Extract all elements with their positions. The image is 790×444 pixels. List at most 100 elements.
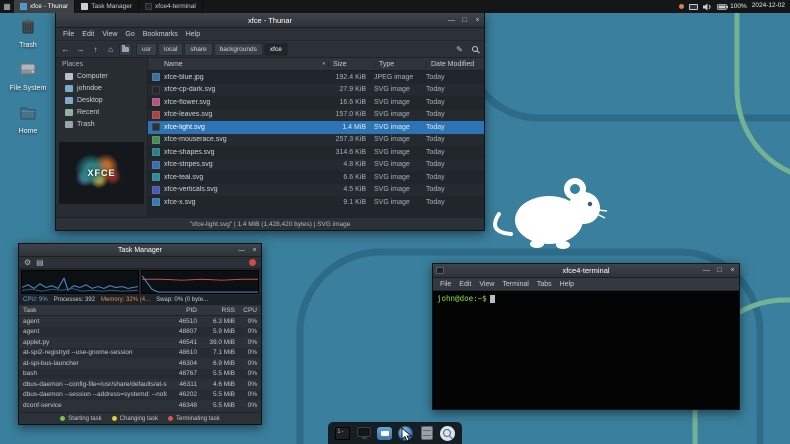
terminal-titlebar[interactable]: xfce4-terminal — □ × <box>433 264 739 278</box>
panel-window-button[interactable]: Task Manager <box>75 0 140 13</box>
menu-item[interactable]: View <box>475 281 498 288</box>
file-cabinet-icon[interactable] <box>418 425 435 442</box>
battery-indicator[interactable]: 100% <box>717 3 747 10</box>
breadcrumb-button[interactable]: usr <box>136 42 158 56</box>
breadcrumb-button[interactable]: backgrounds <box>213 42 263 56</box>
panel-window-button[interactable]: xfce4-terminal <box>139 0 203 13</box>
menu-item[interactable]: Help <box>556 281 578 288</box>
menu-item[interactable]: Bookmarks <box>139 31 182 38</box>
panel-window-button[interactable]: xfce - Thunar <box>14 0 76 13</box>
home-icon[interactable]: ⌂ <box>104 43 117 56</box>
column-cpu[interactable]: CPU <box>235 307 261 314</box>
process-row[interactable]: dbus-daemon --session --address=systemd:… <box>19 389 261 400</box>
column-rss[interactable]: RSS <box>197 307 235 314</box>
breadcrumb-button[interactable]: share <box>184 42 213 56</box>
close-icon[interactable]: × <box>248 244 261 257</box>
process-row[interactable]: applet.py 46541 39.0 MiB 0% <box>19 337 261 348</box>
up-icon[interactable]: ↑ <box>89 43 102 56</box>
folder-icon[interactable] <box>119 42 132 56</box>
process-row[interactable]: at-spi2-registryd --use-gnome-session 48… <box>19 347 261 358</box>
menu-item[interactable]: Go <box>121 31 138 38</box>
file-row[interactable]: xfce-mouserace.svg 257.3 KiB SVG image T… <box>148 133 484 146</box>
menu-item[interactable]: File <box>59 31 78 38</box>
file-row[interactable]: xfce-cp-dark.svg 27.9 KiB SVG image Toda… <box>148 83 484 96</box>
terminal-menubar: File Edit View Terminal Tabs Help <box>433 278 739 291</box>
process-name: dbus-daemon --config-file=/usr/share/def… <box>23 380 167 388</box>
process-row[interactable]: agent 46510 6.3 MiB 0% <box>19 316 261 327</box>
sidebar-place-item[interactable]: Trash <box>56 118 147 130</box>
sidebar-place-item[interactable]: Recent <box>56 106 147 118</box>
forward-icon[interactable]: → <box>74 43 87 56</box>
breadcrumb-button[interactable]: xfce <box>263 42 288 56</box>
list-view-icon[interactable]: ▤ <box>36 258 44 268</box>
taskmanager-titlebar[interactable]: Task Manager — × <box>19 244 261 257</box>
file-row[interactable]: xfce-shapes.svg 314.6 KiB SVG image Toda… <box>148 146 484 159</box>
menu-item[interactable]: View <box>98 31 121 38</box>
volume-icon[interactable] <box>703 3 712 11</box>
file-row[interactable]: xfce-teal.svg 6.6 KiB SVG image Today <box>148 171 484 184</box>
terminal-cursor <box>489 295 495 303</box>
desktop-icon-trash[interactable]: Trash <box>4 16 52 49</box>
system-tray: 100% 2024-12-02 <box>674 0 790 13</box>
sidebar-place-item[interactable]: johndoe <box>56 82 147 94</box>
file-size: 314.6 KiB <box>335 148 366 156</box>
file-row[interactable]: xfce-blue.jpg 192.4 KiB JPEG image Today <box>148 71 484 84</box>
column-date[interactable]: Date Modified <box>426 60 484 68</box>
minimize-icon[interactable]: — <box>445 13 458 28</box>
column-name[interactable]: Name ▾ <box>148 61 328 68</box>
menu-item[interactable]: Terminal <box>498 281 532 288</box>
menu-item[interactable]: Edit <box>455 281 475 288</box>
terminal-screen[interactable]: john@doe:~$ <box>433 291 739 409</box>
record-icon[interactable] <box>249 259 256 266</box>
maximize-icon[interactable]: □ <box>458 13 471 28</box>
close-icon[interactable]: × <box>471 13 484 28</box>
file-row[interactable]: xfce-x.svg 9.1 KiB SVG image Today <box>148 196 484 209</box>
minimize-icon[interactable]: — <box>235 244 248 257</box>
back-icon[interactable]: ← <box>59 43 72 56</box>
thunar-titlebar[interactable]: xfce - Thunar — □ × <box>56 13 484 28</box>
file-row[interactable]: xfce-stripes.svg 4.8 KiB SVG image Today <box>148 158 484 171</box>
menu-item[interactable]: Help <box>182 31 204 38</box>
process-row[interactable]: dconf-service 46348 5.5 MiB 0% <box>19 400 261 411</box>
clock[interactable]: 2024-12-02 <box>752 3 785 10</box>
desktop-icon-home[interactable]: Home <box>4 102 52 135</box>
display-icon[interactable] <box>355 425 372 442</box>
app-finder-icon[interactable] <box>439 425 456 442</box>
column-size[interactable]: Size <box>328 60 374 68</box>
sort-arrow-icon: ▾ <box>322 61 325 67</box>
file-row[interactable]: xfce-flower.svg 16.6 KiB SVG image Today <box>148 96 484 109</box>
column-pid[interactable]: PID <box>167 307 197 314</box>
terminal-window-icon[interactable]: 1- <box>334 425 351 442</box>
edit-path-icon[interactable]: ✎ <box>453 43 466 56</box>
sidebar-place-item[interactable]: Desktop <box>56 94 147 106</box>
sidebar-place-item[interactable]: Computer <box>56 70 147 82</box>
place-label: Recent <box>77 108 100 116</box>
column-task[interactable]: Task <box>19 307 167 314</box>
process-row[interactable]: at-spi-bus-launcher 46304 6.9 MiB 0% <box>19 358 261 369</box>
settings-gear-icon[interactable]: ⚙ <box>24 258 31 268</box>
column-type[interactable]: Type <box>374 60 426 68</box>
applications-grid-icon[interactable]: ▦ <box>0 0 14 13</box>
close-icon[interactable]: × <box>726 264 739 278</box>
desktop-icon-filesystem[interactable]: File System <box>4 59 52 92</box>
status-dot-icon[interactable] <box>679 4 685 9</box>
minimize-icon[interactable]: — <box>700 264 713 278</box>
file-row[interactable]: xfce-light.svg 1.4 MiB SVG image Today <box>148 121 484 134</box>
process-row[interactable]: dbus-daemon --config-file=/usr/share/def… <box>19 379 261 390</box>
file-row[interactable]: xfce-verticals.svg 4.5 KiB SVG image Tod… <box>148 183 484 196</box>
file-type: SVG image <box>374 173 410 181</box>
search-icon[interactable] <box>468 43 481 56</box>
menu-item[interactable]: Edit <box>78 31 98 38</box>
file-list: xfce-blue.jpg 192.4 KiB JPEG image Today… <box>148 71 484 217</box>
file-manager-icon[interactable] <box>376 425 393 442</box>
menu-item[interactable]: File <box>436 281 455 288</box>
file-row[interactable]: xfce-leaves.svg 157.0 KiB SVG image Toda… <box>148 108 484 121</box>
menu-item[interactable]: Tabs <box>533 281 556 288</box>
legend-label: Changing task <box>119 415 159 422</box>
process-row[interactable]: agent 48807 5.9 MiB 0% <box>19 326 261 337</box>
file-size: 27.9 KiB <box>339 86 366 94</box>
display-icon[interactable] <box>689 3 699 10</box>
maximize-icon[interactable]: □ <box>713 264 726 278</box>
breadcrumb-button[interactable]: local <box>158 42 184 56</box>
process-row[interactable]: bash 48767 5.5 MiB 0% <box>19 368 261 379</box>
